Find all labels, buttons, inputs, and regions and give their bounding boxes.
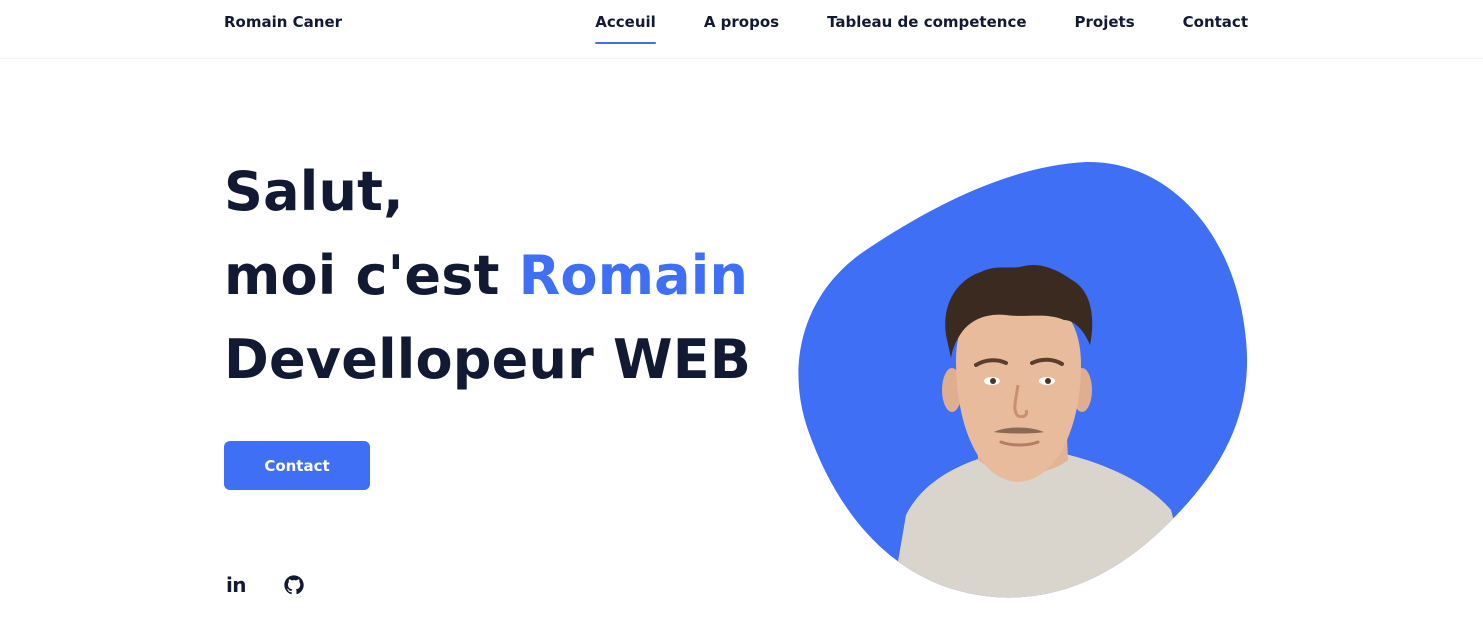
- nav-link-projets[interactable]: Projets: [1075, 13, 1135, 45]
- hero-line-intro: moi c'est Romain: [224, 234, 751, 318]
- hero-title: Salut, moi c'est Romain Devellopeur WEB: [224, 150, 751, 402]
- nav-link-contact[interactable]: Contact: [1183, 13, 1248, 45]
- hero-name-highlight: Romain: [518, 244, 749, 307]
- hero-line-greeting: Salut,: [224, 160, 404, 223]
- github-icon: [284, 575, 304, 595]
- linkedin-link[interactable]: in: [224, 572, 248, 598]
- hero-line-role: Devellopeur WEB: [224, 328, 752, 391]
- main-nav: Acceuil A propos Tableau de competence P…: [595, 13, 1248, 45]
- nav-link-a-propos[interactable]: A propos: [704, 13, 779, 45]
- hero-intro-prefix: moi c'est: [224, 244, 519, 307]
- site-header: Romain Caner Acceuil A propos Tableau de…: [0, 0, 1483, 59]
- brand-name[interactable]: Romain Caner: [224, 13, 342, 31]
- nav-link-acceuil[interactable]: Acceuil: [595, 13, 656, 45]
- github-link[interactable]: [282, 572, 306, 598]
- contact-button[interactable]: Contact: [224, 441, 370, 490]
- social-links: in: [224, 572, 306, 598]
- nav-link-tableau-de-competence[interactable]: Tableau de competence: [827, 13, 1026, 45]
- profile-photo: [798, 161, 1248, 598]
- linkedin-icon: in: [225, 573, 247, 597]
- profile-image-blob: [796, 160, 1250, 602]
